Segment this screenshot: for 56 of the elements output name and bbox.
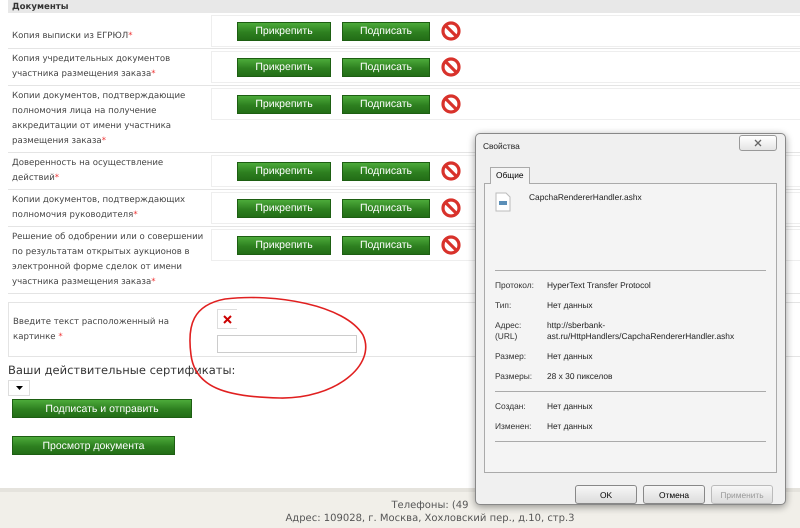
submit-button[interactable]: Подписать и отправить — [12, 399, 192, 418]
property-label: Протокол: — [495, 280, 535, 291]
no-entry-icon[interactable] — [441, 21, 461, 41]
sign-button[interactable]: Подписать — [342, 94, 430, 114]
certificate-dropdown[interactable] — [8, 380, 30, 396]
captcha-label: Введите текст расположенный на картинке * — [13, 316, 170, 344]
no-entry-icon[interactable] — [441, 235, 461, 255]
dialog-title: Свойства — [483, 141, 520, 151]
sign-button[interactable]: Подписать — [342, 22, 430, 40]
property-label: Тип: — [495, 300, 512, 311]
property-value: http://sberbank- ast.ru/HttpHandlers/CapchaRendererHandler.ashx — [547, 320, 734, 342]
document-label: Копия учредительных документов участника размещения заказа* — [12, 53, 172, 81]
no-entry-icon[interactable] — [441, 161, 461, 181]
attach-button[interactable]: Прикрепить — [237, 22, 331, 40]
dropdown-arrow-icon — [16, 386, 22, 390]
cancel-button[interactable]: Отмена — [643, 485, 705, 504]
dialog-tab[interactable]: Общие — [490, 167, 530, 184]
attach-button[interactable]: Прикрепить — [237, 94, 331, 114]
sign-button[interactable]: Подписать — [342, 198, 430, 218]
property-value: 28 x 30 пикселов — [547, 371, 612, 382]
property-value: Нет данных — [547, 300, 593, 311]
close-icon — [754, 139, 762, 147]
ok-button[interactable]: OK — [575, 485, 637, 504]
property-label: Создан: — [495, 401, 527, 412]
property-label: Адрес: (URL) — [495, 320, 522, 342]
attach-button[interactable]: Прикрепить — [237, 236, 331, 254]
sign-button[interactable]: Подписать — [342, 236, 430, 254]
broken-image-icon — [223, 314, 232, 324]
document-label: Копия выписки из ЕГРЮЛ* — [12, 30, 133, 43]
no-entry-icon[interactable] — [441, 198, 461, 218]
footer-text: Телефоны: (49 — [391, 499, 469, 512]
attach-button[interactable]: Прикрепить — [237, 162, 331, 180]
attach-button[interactable]: Прикрепить — [237, 198, 331, 218]
no-entry-icon[interactable] — [441, 57, 461, 77]
sign-button[interactable]: Подписать — [342, 162, 430, 180]
captcha-input-field[interactable] — [217, 335, 357, 353]
property-value: Нет данных — [547, 401, 593, 412]
property-value: HyperText Transfer Protocol — [547, 280, 651, 291]
document-label: Копии документов, подтверждающих полномочия руководителя* — [12, 194, 186, 222]
property-label: Размер: — [495, 351, 528, 362]
property-label: Изменен: — [495, 421, 533, 432]
preview-button[interactable]: Просмотр документа — [12, 436, 175, 455]
file-name: CapchaRendererHandler.ashx — [529, 192, 642, 204]
attach-button[interactable]: Прикрепить — [237, 58, 331, 76]
no-entry-icon[interactable] — [441, 94, 461, 114]
document-label: Доверенность на осуществление действий* — [12, 157, 164, 185]
footer-text: Адрес: 109028, г. Москва, Хохловский пер., д.10, стр.3 — [285, 512, 575, 525]
file-icon — [495, 192, 511, 212]
close-button[interactable] — [739, 135, 777, 151]
document-label: Копии документов, подтверждающие полномочия лица на получение аккредитации от имени участника размещения заказа* — [12, 90, 186, 148]
property-value: Нет данных — [547, 421, 593, 432]
sign-button[interactable]: Подписать — [342, 58, 430, 76]
property-label: Размеры: — [495, 371, 534, 382]
document-label: Решение об одобрении или о совершении по результатам открытых аукционов в электронной форме сделок от имени участника размещения заказа* — [12, 231, 204, 289]
section-title: Документы — [8, 0, 800, 13]
property-value: Нет данных — [547, 351, 593, 362]
